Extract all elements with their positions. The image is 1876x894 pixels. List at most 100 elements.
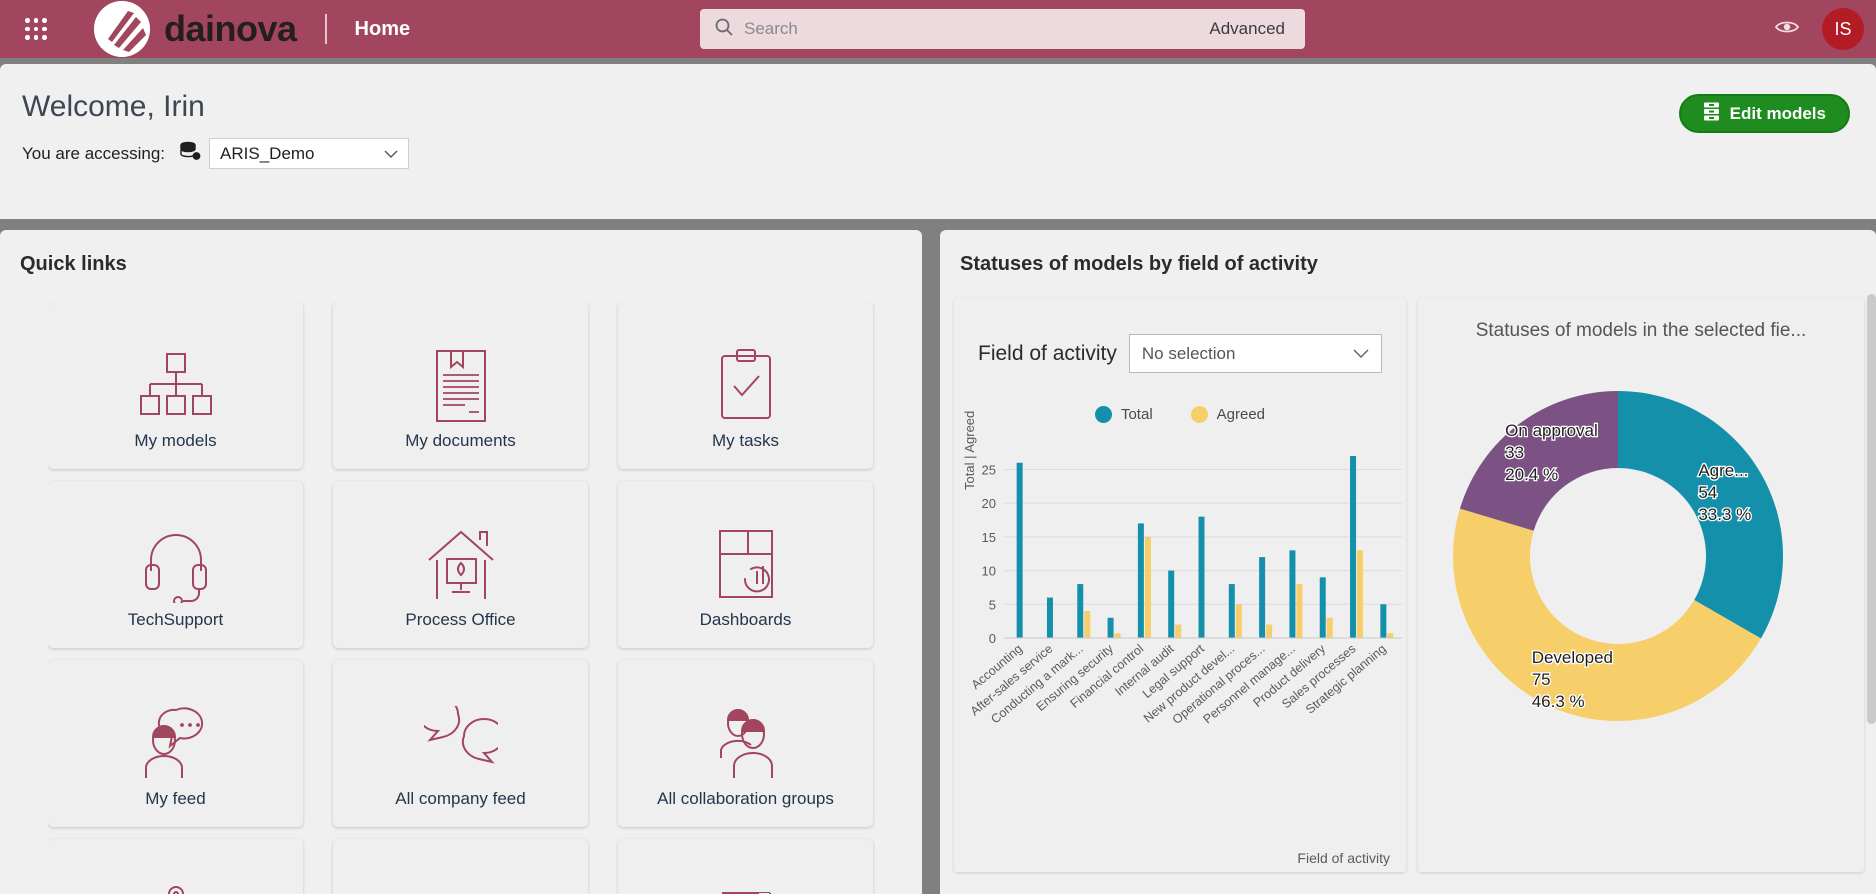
scrollbar[interactable] xyxy=(1867,294,1876,894)
quick-link-tile[interactable]: Process Office xyxy=(333,481,588,648)
field-of-activity-filter: Field of activity No selection xyxy=(978,334,1382,373)
avatar[interactable]: IS xyxy=(1822,8,1864,50)
legend-item[interactable]: Agreed xyxy=(1190,406,1266,423)
quick-links-title: Quick links xyxy=(20,253,127,275)
quick-link-tile[interactable] xyxy=(333,839,588,894)
dashboard-grid-icon xyxy=(715,526,777,604)
apps-grid-icon[interactable] xyxy=(14,7,58,51)
quick-link-tile[interactable]: My documents xyxy=(333,302,588,469)
quick-links-panel: Quick links My models My documents My ta… xyxy=(0,230,922,894)
two-speech-bubbles-icon xyxy=(423,705,498,783)
svg-text:0: 0 xyxy=(989,631,996,646)
donut-slice-label: 33 xyxy=(1505,443,1524,462)
scrollbar-thumb[interactable] xyxy=(1867,294,1876,724)
bar-chart-ylabel: Total | Agreed xyxy=(962,410,977,490)
donut-slice-label: 20.4 % xyxy=(1505,465,1558,484)
quick-link-tile[interactable]: My feed xyxy=(48,660,303,827)
quick-link-tile[interactable]: Dashboards xyxy=(618,481,873,648)
screen-icon xyxy=(425,884,497,894)
person-speech-icon xyxy=(140,705,212,783)
donut-chart-title: Statuses of models in the selected fie..… xyxy=(1475,320,1807,341)
quick-link-tile-label: All company feed xyxy=(395,789,526,808)
header-right-controls: IS xyxy=(1774,8,1864,50)
dashboard-panels: Quick links My models My documents My ta… xyxy=(0,230,1876,894)
accessing-label: You are accessing: xyxy=(22,143,166,163)
models-icon xyxy=(1703,102,1720,126)
field-of-activity-select[interactable]: No selection xyxy=(1128,334,1382,373)
logo-text: dainova xyxy=(164,8,297,49)
bar-chart-plot: Total | Agreed 0 5 10 15 20 25 Accounting After… xyxy=(954,411,1406,872)
avatar-initials: IS xyxy=(1834,18,1852,39)
database-select-value: ARIS_Demo xyxy=(220,143,315,163)
eye-icon[interactable] xyxy=(1774,14,1800,45)
svg-text:10: 10 xyxy=(982,564,996,579)
edit-models-label: Edit models xyxy=(1729,103,1826,123)
field-of-activity-label: Field of activity xyxy=(978,341,1117,365)
id-badge-icon xyxy=(147,884,205,894)
svg-text:25: 25 xyxy=(982,462,996,477)
legend-item[interactable]: Total xyxy=(1094,406,1153,423)
donut-chart-plot: Agre... 54 33.3 % Developed 75 46.3 % On appro… xyxy=(1418,356,1864,862)
logo-mark-icon xyxy=(94,1,150,57)
org-chart-icon xyxy=(137,347,215,425)
svg-text:5: 5 xyxy=(989,597,996,612)
chevron-down-icon xyxy=(1353,344,1369,364)
bar-chart-svg: 0510152025AccountingAfter-sales serviceC… xyxy=(968,456,1402,727)
quick-link-tile[interactable]: My tasks xyxy=(618,302,873,469)
donut-slice-label: 54 xyxy=(1698,483,1717,502)
quick-link-tile-label: My models xyxy=(134,431,217,450)
database-stack-icon xyxy=(179,141,201,166)
brand-logo[interactable]: dainova xyxy=(94,1,297,57)
legend-swatch xyxy=(1190,406,1208,423)
quick-link-tile[interactable]: All collaboration groups xyxy=(618,660,873,827)
legend-label: Agreed xyxy=(1216,406,1266,423)
donut-slice-label: Developed xyxy=(1532,648,1613,667)
quick-link-tile-label: Process Office xyxy=(405,610,516,629)
search-icon xyxy=(714,17,734,42)
database-selector-row: You are accessing: ARIS_Demo xyxy=(22,138,410,169)
bar-chart-widget: Field of activity No selection Total Agre… xyxy=(954,298,1406,872)
quick-link-tile-label: My feed xyxy=(145,789,206,808)
donut-slice xyxy=(1459,391,1618,531)
quick-links-tile-grid: My models My documents My tasks TechSupp… xyxy=(48,302,912,894)
quick-link-tile-label: TechSupport xyxy=(127,610,224,629)
two-people-icon xyxy=(713,705,779,783)
donut-chart-svg: Agre... 54 33.3 % Developed 75 46.3 % On appro… xyxy=(1453,391,1783,721)
quick-link-tile[interactable]: My models xyxy=(48,302,303,469)
search-input[interactable] xyxy=(744,19,1210,39)
house-monitor-icon xyxy=(424,526,498,604)
welcome-band: Welcome, Irin You are accessing: ARIS_De… xyxy=(0,64,1876,219)
book-bookmark-icon xyxy=(716,884,776,894)
document-bookmark-icon xyxy=(429,347,493,425)
quick-link-tile[interactable]: TechSupport xyxy=(48,481,303,648)
statuses-panel-title: Statuses of models by field of activity xyxy=(960,253,1318,275)
field-of-activity-value: No selection xyxy=(1141,343,1236,363)
legend-label: Total xyxy=(1120,406,1153,423)
search-bar[interactable]: Advanced xyxy=(700,9,1305,49)
top-header-bar: dainova Home Advanced IS xyxy=(0,0,1876,58)
header-divider xyxy=(324,14,327,44)
statuses-panel: Statuses of models by field of activity … xyxy=(940,230,1876,894)
nav-home-link[interactable]: Home xyxy=(355,18,411,41)
database-select[interactable]: ARIS_Demo xyxy=(209,138,410,169)
quick-link-tile[interactable]: All company feed xyxy=(333,660,588,827)
clipboard-check-icon xyxy=(716,347,776,425)
page-title: Welcome, Irin xyxy=(22,90,205,123)
donut-slice-label: 75 xyxy=(1532,670,1551,689)
chevron-down-icon xyxy=(384,144,398,164)
quick-link-tile-label: All collaboration groups xyxy=(657,789,834,808)
quick-link-tile[interactable] xyxy=(618,839,873,894)
quick-link-tile-label: My documents xyxy=(405,431,516,450)
legend-swatch xyxy=(1094,406,1112,423)
quick-link-tile-label: My tasks xyxy=(711,431,780,450)
donut-slice-label: 33.3 % xyxy=(1698,505,1751,524)
bar-chart-legend: Total Agreed xyxy=(954,406,1406,423)
svg-text:15: 15 xyxy=(982,530,996,545)
donut-chart-widget: Statuses of models in the selected fie..… xyxy=(1418,298,1864,872)
quick-link-tile[interactable] xyxy=(48,839,303,894)
headset-icon xyxy=(141,526,211,604)
edit-models-button[interactable]: Edit models xyxy=(1678,94,1850,133)
donut-slice-label: On approval xyxy=(1505,421,1598,440)
donut-slice-label: Agre... xyxy=(1698,461,1748,480)
advanced-search-button[interactable]: Advanced xyxy=(1209,19,1285,39)
